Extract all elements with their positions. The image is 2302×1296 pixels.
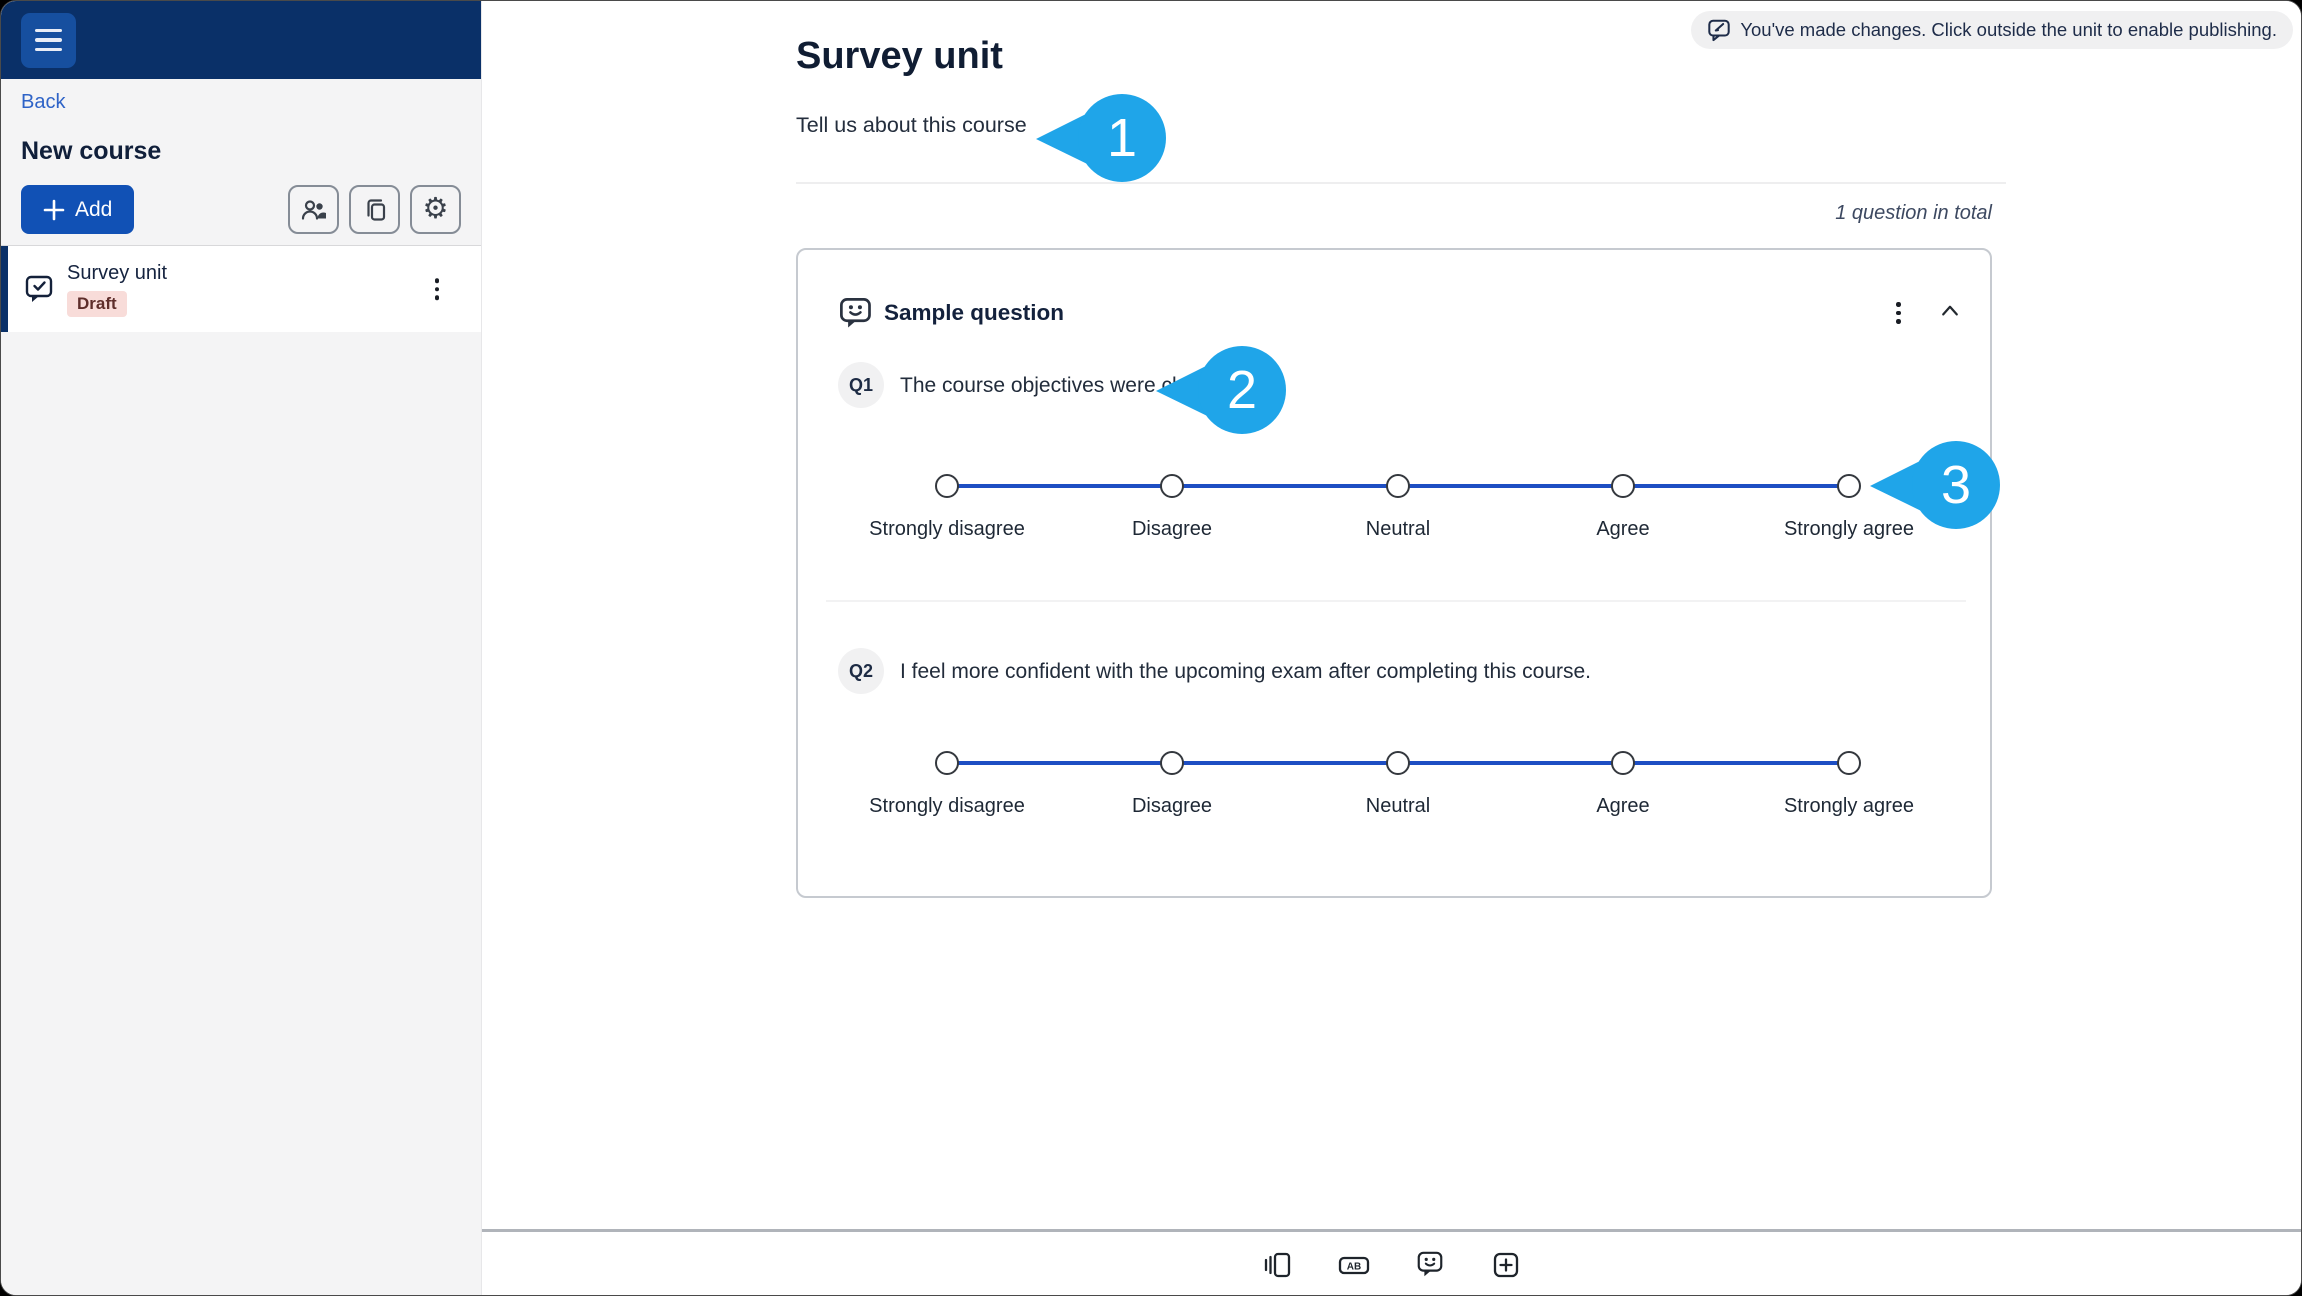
question-menu-button[interactable] xyxy=(1890,296,1907,330)
scale-option-3[interactable] xyxy=(1386,474,1410,498)
kebab-icon xyxy=(1896,302,1901,307)
duplicate-icon xyxy=(366,198,385,221)
sidebar-topbar xyxy=(1,1,481,79)
settings-icon: ⚙ xyxy=(422,193,449,225)
question-type-icon xyxy=(840,298,871,328)
toolbar-divider xyxy=(482,1229,2301,1232)
page-title: Survey unit xyxy=(796,35,1003,77)
block-toolbar: AB xyxy=(482,1247,2301,1283)
question-card: Sample question Q1 The course objectives… xyxy=(796,248,2000,898)
unit-list-item[interactable]: Survey unit Draft xyxy=(1,246,481,332)
svg-text:1: 1 xyxy=(1107,108,1137,168)
ab-choice-button[interactable]: AB xyxy=(1336,1247,1372,1283)
scale-option-1[interactable] xyxy=(935,751,959,775)
callout-2: 2 xyxy=(1156,346,1286,434)
sidebar-actions: Add ⚙ xyxy=(21,185,461,234)
header-divider xyxy=(796,182,2006,184)
scale-option-5[interactable] xyxy=(1837,474,1861,498)
question-number-badge: Q1 xyxy=(838,362,884,408)
likert-scale: Strongly disagree Disagree Neutral Agree… xyxy=(869,751,1914,841)
likert-scale: Strongly disagree Disagree Neutral Agree… xyxy=(869,474,1914,564)
scale-option-2[interactable] xyxy=(1160,474,1184,498)
question-number-badge: Q2 xyxy=(838,648,884,694)
add-button[interactable]: Add xyxy=(21,185,135,234)
question-count: 1 question in total xyxy=(1835,202,1992,224)
add-button-label: Add xyxy=(75,197,113,221)
unit-title: Survey unit xyxy=(67,261,168,284)
unit-tools: ⚙ xyxy=(288,185,461,234)
feedback-bubble-icon xyxy=(1417,1251,1442,1277)
collaborators-icon xyxy=(301,199,326,220)
question-divider xyxy=(826,600,1966,602)
callout-3: 3 xyxy=(1870,441,2000,529)
sidebar: Back New course Add ⚙ Survey unit Draft xyxy=(1,1,482,1295)
duplicate-button[interactable] xyxy=(349,185,400,234)
survey-unit-icon xyxy=(25,275,53,302)
question-text[interactable]: I feel more confident with the upcoming … xyxy=(900,660,1591,684)
unit-menu-button[interactable] xyxy=(429,272,446,306)
content-blocks-button[interactable] xyxy=(1260,1247,1296,1283)
unit-description[interactable]: Tell us about this course xyxy=(796,113,1027,138)
feedback-question-button[interactable] xyxy=(1412,1247,1448,1283)
plus-icon xyxy=(43,199,65,220)
unit-info: Survey unit Draft xyxy=(67,262,167,317)
active-indicator xyxy=(1,246,8,332)
carousel-icon xyxy=(1264,1252,1290,1278)
main-area: You've made changes. Click outside the u… xyxy=(482,1,2301,1295)
add-block-icon xyxy=(1493,1252,1518,1278)
settings-button[interactable]: ⚙ xyxy=(410,185,461,234)
back-link[interactable]: Back xyxy=(21,91,65,114)
callout-1: 1 xyxy=(1036,94,1166,182)
collaborators-button[interactable] xyxy=(288,185,339,234)
chevron-up-icon[interactable] xyxy=(1936,298,1964,324)
svg-text:AB: AB xyxy=(1346,1262,1360,1273)
menu-button[interactable] xyxy=(21,12,76,68)
scale-option-2[interactable] xyxy=(1160,751,1184,775)
scale-option-1[interactable] xyxy=(935,474,959,498)
kebab-icon xyxy=(434,278,439,283)
comment-edit-icon xyxy=(1708,19,1731,42)
scale-option-5[interactable] xyxy=(1837,751,1861,775)
svg-text:3: 3 xyxy=(1941,455,1971,515)
app-window: Back New course Add ⚙ Survey unit Draft … xyxy=(0,0,2302,1296)
toast-text: You've made changes. Click outside the u… xyxy=(1740,19,2277,40)
course-title: New course xyxy=(21,137,162,165)
add-block-button[interactable] xyxy=(1488,1247,1524,1283)
menu-icon xyxy=(35,28,62,33)
question-card-title: Sample question xyxy=(884,300,1065,325)
ab-choice-icon: AB xyxy=(1338,1256,1369,1275)
scale-option-3[interactable] xyxy=(1386,751,1410,775)
svg-text:2: 2 xyxy=(1227,360,1257,420)
scale-option-4[interactable] xyxy=(1611,751,1635,775)
scale-option-4[interactable] xyxy=(1611,474,1635,498)
changes-toast: You've made changes. Click outside the u… xyxy=(1691,11,2293,49)
status-badge: Draft xyxy=(67,290,127,317)
